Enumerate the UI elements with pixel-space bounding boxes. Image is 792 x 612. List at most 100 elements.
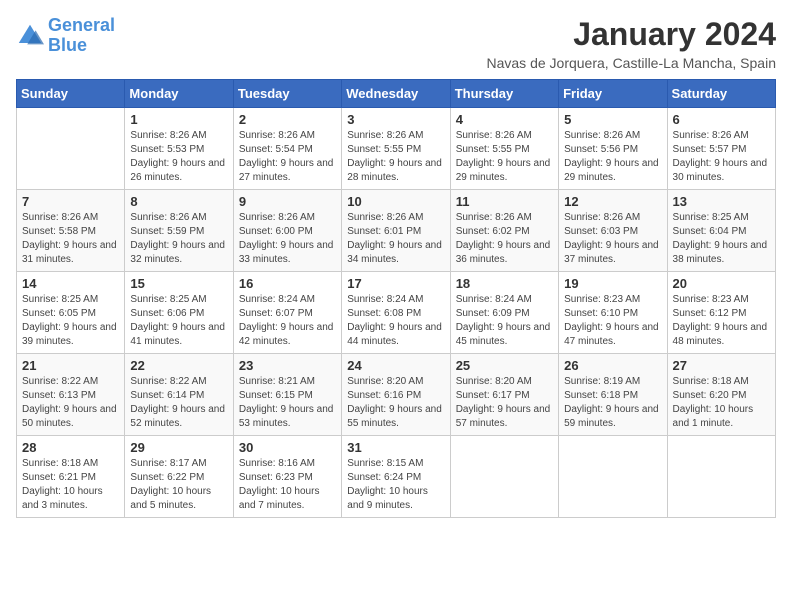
calendar-cell: 12 Sunrise: 8:26 AMSunset: 6:03 PMDayligh… xyxy=(559,190,667,272)
logo-icon xyxy=(16,22,44,50)
day-number: 8 xyxy=(130,194,227,209)
weekday-header-friday: Friday xyxy=(559,80,667,108)
day-info: Sunrise: 8:24 AMSunset: 6:07 PMDaylight:… xyxy=(239,293,336,349)
calendar-week-row: 1 Sunrise: 8:26 AMSunset: 5:53 PMDaylight… xyxy=(17,108,776,190)
day-info: Sunrise: 8:26 AMSunset: 5:58 PMDaylight:… xyxy=(22,211,119,267)
logo-text: GeneralBlue xyxy=(48,16,115,56)
calendar-cell: 4 Sunrise: 8:26 AMSunset: 5:55 PMDaylight… xyxy=(450,108,558,190)
page-header: GeneralBlue January 2024 Navas de Jorque… xyxy=(16,16,776,71)
calendar-table: SundayMondayTuesdayWednesdayThursdayFrid… xyxy=(16,79,776,518)
calendar-cell: 18 Sunrise: 8:24 AMSunset: 6:09 PMDayligh… xyxy=(450,272,558,354)
day-info: Sunrise: 8:24 AMSunset: 6:08 PMDaylight:… xyxy=(347,293,444,349)
day-info: Sunrise: 8:20 AMSunset: 6:16 PMDaylight:… xyxy=(347,375,444,431)
day-info: Sunrise: 8:23 AMSunset: 6:10 PMDaylight:… xyxy=(564,293,661,349)
day-number: 11 xyxy=(456,194,553,209)
day-number: 4 xyxy=(456,112,553,127)
day-number: 28 xyxy=(22,440,119,455)
day-info: Sunrise: 8:26 AMSunset: 6:00 PMDaylight:… xyxy=(239,211,336,267)
title-block: January 2024 Navas de Jorquera, Castille… xyxy=(487,16,777,71)
calendar-title: January 2024 xyxy=(487,16,777,53)
day-number: 13 xyxy=(673,194,770,209)
calendar-cell: 16Sunrise: 8:24 AMSunset: 6:07 PMDayligh… xyxy=(233,272,341,354)
day-info: Sunrise: 8:18 AMSunset: 6:20 PMDaylight:… xyxy=(673,375,770,431)
day-number: 12 xyxy=(564,194,661,209)
day-number: 27 xyxy=(673,358,770,373)
day-info: Sunrise: 8:21 AMSunset: 6:15 PMDaylight:… xyxy=(239,375,336,431)
weekday-header-wednesday: Wednesday xyxy=(342,80,450,108)
day-info: Sunrise: 8:26 AMSunset: 5:53 PMDaylight:… xyxy=(130,129,227,185)
calendar-cell: 5 Sunrise: 8:26 AMSunset: 5:56 PMDaylight… xyxy=(559,108,667,190)
calendar-cell: 9Sunrise: 8:26 AMSunset: 6:00 PMDaylight… xyxy=(233,190,341,272)
calendar-cell: 11 Sunrise: 8:26 AMSunset: 6:02 PMDayligh… xyxy=(450,190,558,272)
calendar-cell: 24Sunrise: 8:20 AMSunset: 6:16 PMDayligh… xyxy=(342,354,450,436)
calendar-week-row: 7 Sunrise: 8:26 AMSunset: 5:58 PMDaylight… xyxy=(17,190,776,272)
day-info: Sunrise: 8:23 AMSunset: 6:12 PMDaylight:… xyxy=(673,293,770,349)
calendar-cell: 7 Sunrise: 8:26 AMSunset: 5:58 PMDaylight… xyxy=(17,190,125,272)
calendar-cell: 14 Sunrise: 8:25 AMSunset: 6:05 PMDayligh… xyxy=(17,272,125,354)
calendar-cell: 2 Sunrise: 8:26 AMSunset: 5:54 PMDaylight… xyxy=(233,108,341,190)
day-info: Sunrise: 8:15 AMSunset: 6:24 PMDaylight:… xyxy=(347,457,444,513)
calendar-cell xyxy=(667,436,775,518)
day-info: Sunrise: 8:22 AMSunset: 6:13 PMDaylight:… xyxy=(22,375,119,431)
logo: GeneralBlue xyxy=(16,16,115,56)
day-number: 23 xyxy=(239,358,336,373)
day-number: 20 xyxy=(673,276,770,291)
day-info: Sunrise: 8:26 AMSunset: 5:56 PMDaylight:… xyxy=(564,129,661,185)
calendar-cell: 31Sunrise: 8:15 AMSunset: 6:24 PMDayligh… xyxy=(342,436,450,518)
day-number: 2 xyxy=(239,112,336,127)
calendar-cell: 21 Sunrise: 8:22 AMSunset: 6:13 PMDayligh… xyxy=(17,354,125,436)
day-number: 6 xyxy=(673,112,770,127)
calendar-cell xyxy=(450,436,558,518)
day-number: 18 xyxy=(456,276,553,291)
day-info: Sunrise: 8:16 AMSunset: 6:23 PMDaylight:… xyxy=(239,457,336,513)
day-info: Sunrise: 8:26 AMSunset: 5:57 PMDaylight:… xyxy=(673,129,770,185)
calendar-cell: 6 Sunrise: 8:26 AMSunset: 5:57 PMDaylight… xyxy=(667,108,775,190)
day-info: Sunrise: 8:25 AMSunset: 6:04 PMDaylight:… xyxy=(673,211,770,267)
day-number: 21 xyxy=(22,358,119,373)
calendar-cell: 10 Sunrise: 8:26 AMSunset: 6:01 PMDayligh… xyxy=(342,190,450,272)
day-info: Sunrise: 8:25 AMSunset: 6:06 PMDaylight:… xyxy=(130,293,227,349)
day-info: Sunrise: 8:19 AMSunset: 6:18 PMDaylight:… xyxy=(564,375,661,431)
day-number: 5 xyxy=(564,112,661,127)
calendar-cell: 13 Sunrise: 8:25 AMSunset: 6:04 PMDayligh… xyxy=(667,190,775,272)
calendar-cell: 20 Sunrise: 8:23 AMSunset: 6:12 PMDayligh… xyxy=(667,272,775,354)
day-number: 19 xyxy=(564,276,661,291)
calendar-cell: 25Sunrise: 8:20 AMSunset: 6:17 PMDayligh… xyxy=(450,354,558,436)
calendar-subtitle: Navas de Jorquera, Castille-La Mancha, S… xyxy=(487,55,777,71)
day-info: Sunrise: 8:22 AMSunset: 6:14 PMDaylight:… xyxy=(130,375,227,431)
weekday-header-sunday: Sunday xyxy=(17,80,125,108)
day-info: Sunrise: 8:25 AMSunset: 6:05 PMDaylight:… xyxy=(22,293,119,349)
day-info: Sunrise: 8:26 AMSunset: 6:02 PMDaylight:… xyxy=(456,211,553,267)
calendar-cell: 28 Sunrise: 8:18 AMSunset: 6:21 PMDayligh… xyxy=(17,436,125,518)
calendar-cell: 17Sunrise: 8:24 AMSunset: 6:08 PMDayligh… xyxy=(342,272,450,354)
calendar-cell: 3Sunrise: 8:26 AMSunset: 5:55 PMDaylight… xyxy=(342,108,450,190)
calendar-cell: 29 Sunrise: 8:17 AMSunset: 6:22 PMDayligh… xyxy=(125,436,233,518)
day-info: Sunrise: 8:26 AMSunset: 6:01 PMDaylight:… xyxy=(347,211,444,267)
day-info: Sunrise: 8:26 AMSunset: 5:59 PMDaylight:… xyxy=(130,211,227,267)
calendar-cell: 30 Sunrise: 8:16 AMSunset: 6:23 PMDayligh… xyxy=(233,436,341,518)
day-number: 29 xyxy=(130,440,227,455)
calendar-week-row: 14 Sunrise: 8:25 AMSunset: 6:05 PMDayligh… xyxy=(17,272,776,354)
day-info: Sunrise: 8:26 AMSunset: 6:03 PMDaylight:… xyxy=(564,211,661,267)
day-info: Sunrise: 8:24 AMSunset: 6:09 PMDaylight:… xyxy=(456,293,553,349)
day-info: Sunrise: 8:26 AMSunset: 5:55 PMDaylight:… xyxy=(456,129,553,185)
calendar-week-row: 21 Sunrise: 8:22 AMSunset: 6:13 PMDayligh… xyxy=(17,354,776,436)
weekday-header-monday: Monday xyxy=(125,80,233,108)
calendar-cell: 22Sunrise: 8:22 AMSunset: 6:14 PMDayligh… xyxy=(125,354,233,436)
day-number: 7 xyxy=(22,194,119,209)
day-info: Sunrise: 8:18 AMSunset: 6:21 PMDaylight:… xyxy=(22,457,119,513)
weekday-header-tuesday: Tuesday xyxy=(233,80,341,108)
calendar-cell: 27 Sunrise: 8:18 AMSunset: 6:20 PMDayligh… xyxy=(667,354,775,436)
day-info: Sunrise: 8:17 AMSunset: 6:22 PMDaylight:… xyxy=(130,457,227,513)
calendar-cell: 23 Sunrise: 8:21 AMSunset: 6:15 PMDayligh… xyxy=(233,354,341,436)
day-number: 30 xyxy=(239,440,336,455)
day-info: Sunrise: 8:26 AMSunset: 5:54 PMDaylight:… xyxy=(239,129,336,185)
day-number: 14 xyxy=(22,276,119,291)
weekday-header-saturday: Saturday xyxy=(667,80,775,108)
weekday-header-thursday: Thursday xyxy=(450,80,558,108)
day-number: 1 xyxy=(130,112,227,127)
calendar-cell: 19 Sunrise: 8:23 AMSunset: 6:10 PMDayligh… xyxy=(559,272,667,354)
day-number: 10 xyxy=(347,194,444,209)
day-info: Sunrise: 8:26 AMSunset: 5:55 PMDaylight:… xyxy=(347,129,444,185)
calendar-cell xyxy=(17,108,125,190)
